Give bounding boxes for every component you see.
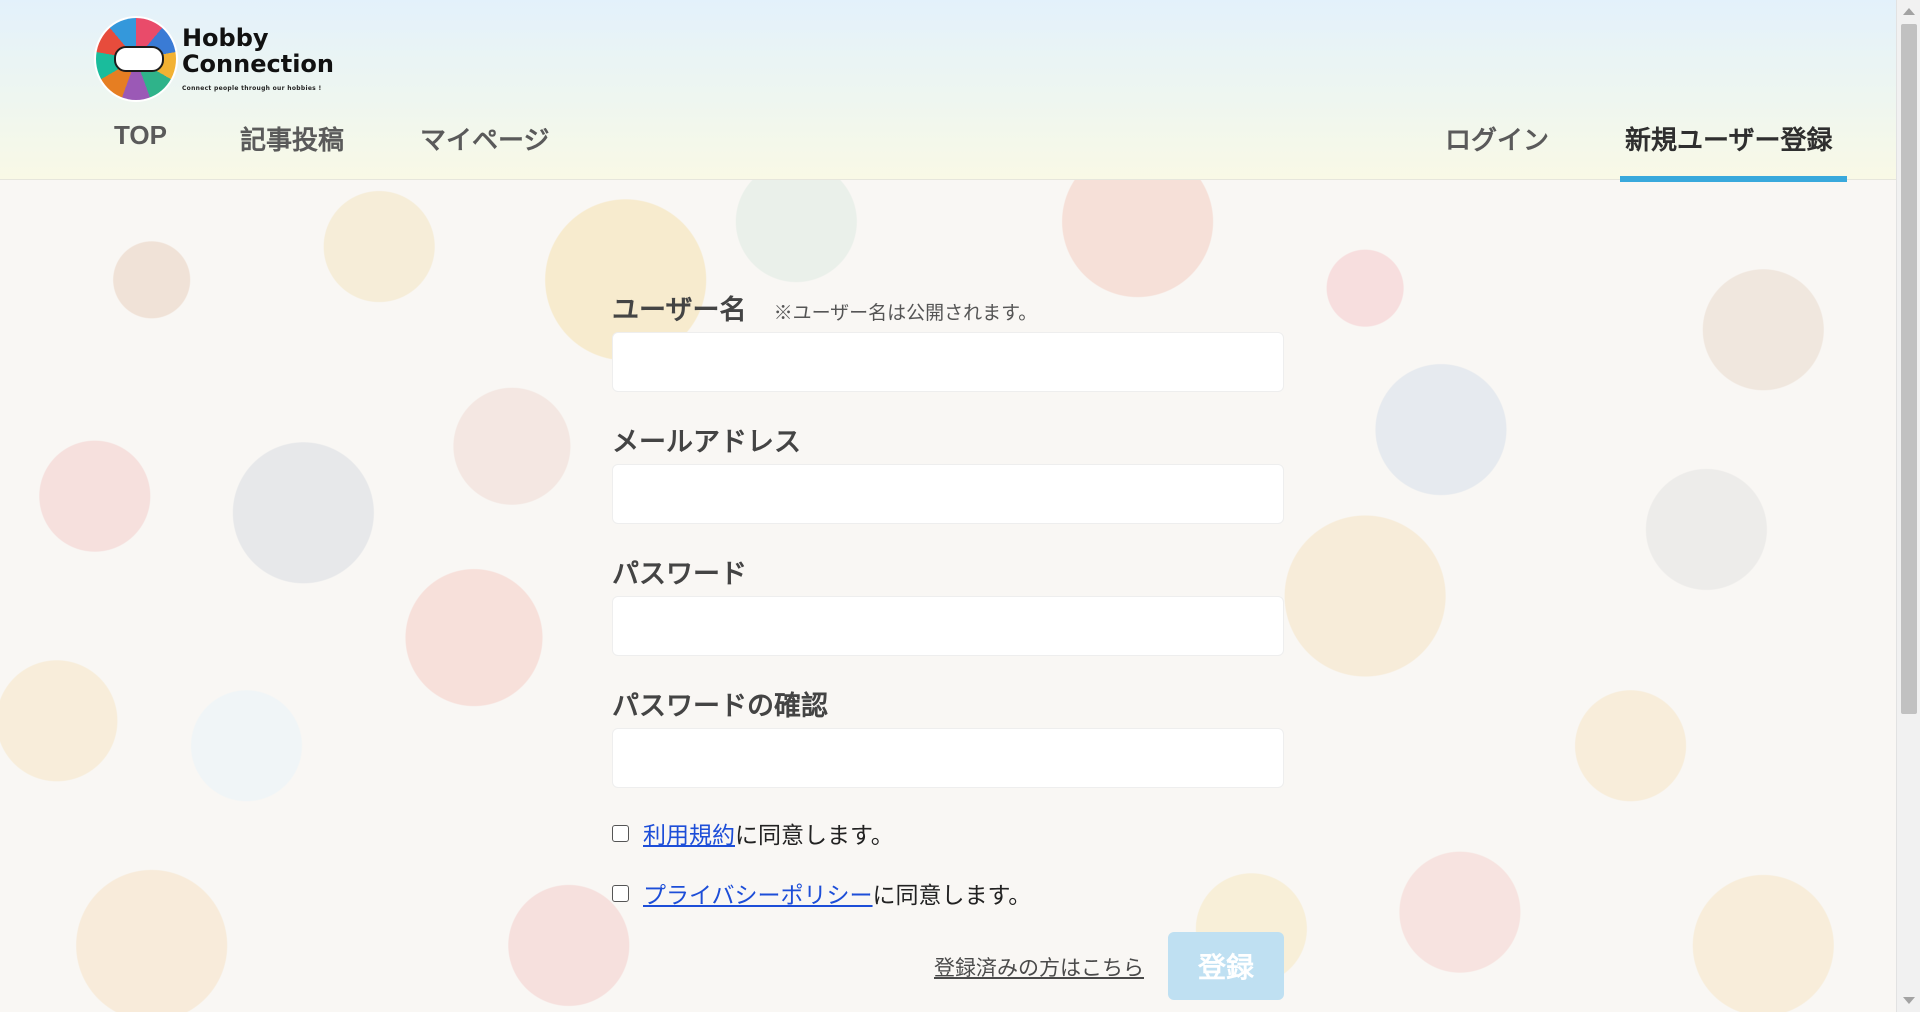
handshake-logo-icon (94, 16, 178, 102)
already-registered-link[interactable]: 登録済みの方はこちら (934, 952, 1144, 982)
username-label: ユーザー名 (612, 295, 747, 325)
password-confirm-label: パスワードの確認 (612, 691, 828, 721)
site-logo[interactable]: Hobby Connection Connect people through … (94, 14, 334, 104)
site-header: Hobby Connection Connect people through … (0, 0, 1896, 180)
username-field-group: ユーザー名 ※ユーザー名は公開されます。 (612, 288, 1284, 327)
scroll-up-arrow-icon[interactable] (1903, 8, 1915, 15)
nav-mypage[interactable]: マイページ (420, 120, 549, 157)
email-input[interactable] (612, 464, 1284, 524)
terms-checkbox[interactable] (612, 824, 629, 842)
password-field-group: パスワード (612, 552, 1284, 591)
nav-top[interactable]: TOP (114, 120, 167, 151)
privacy-suffix: に同意します。 (872, 882, 1032, 908)
password-input[interactable] (612, 596, 1284, 656)
terms-suffix: に同意します。 (735, 822, 894, 848)
email-field-group: メールアドレス (612, 420, 1284, 459)
active-tab-indicator (1620, 176, 1847, 182)
register-button[interactable]: 登録 (1168, 932, 1284, 1000)
nav-post-article[interactable]: 記事投稿 (240, 120, 344, 157)
terms-link[interactable]: 利用規約 (643, 816, 735, 850)
logo-line1: Hobby (181, 24, 269, 52)
username-public-note: ※ユーザー名は公開されます。 (773, 303, 1038, 324)
scroll-thumb[interactable] (1901, 24, 1917, 714)
password-confirm-input[interactable] (612, 728, 1284, 788)
vertical-scrollbar[interactable] (1896, 0, 1920, 1012)
privacy-link[interactable]: プライバシーポリシー (643, 876, 873, 910)
password-label: パスワード (612, 559, 747, 589)
logo-tagline: Connect people through our hobbies ! (181, 85, 322, 92)
privacy-agreement: プライバシーポリシー に同意します。 (612, 876, 1031, 910)
scroll-down-arrow-icon[interactable] (1903, 997, 1915, 1004)
privacy-checkbox[interactable] (612, 884, 629, 902)
nav-login[interactable]: ログイン (1445, 120, 1549, 157)
logo-line2: Connection (181, 50, 334, 78)
logo-text: Hobby Connection Connect people through … (182, 26, 334, 92)
username-input[interactable] (612, 332, 1284, 392)
nav-signup[interactable]: 新規ユーザー登録 (1625, 120, 1832, 157)
terms-agreement: 利用規約 に同意します。 (612, 816, 894, 850)
password-confirm-field-group: パスワードの確認 (612, 684, 1284, 723)
email-label: メールアドレス (612, 427, 801, 457)
